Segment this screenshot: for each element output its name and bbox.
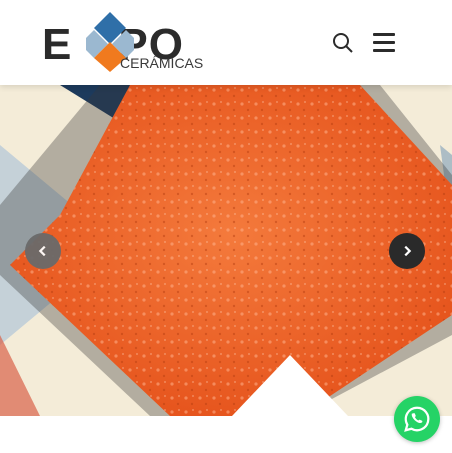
expo-ceramicas-logo[interactable]: E PO CERÁMICAS (42, 12, 204, 74)
hero-slide-image (0, 85, 452, 416)
slider-prev-button[interactable] (25, 233, 61, 269)
whatsapp-icon (404, 406, 430, 432)
hamburger-menu-icon (373, 33, 395, 36)
search-icon (333, 33, 353, 53)
menu-button[interactable] (373, 33, 397, 53)
chevron-left-icon (38, 245, 46, 257)
site-header: E PO CERÁMICAS (0, 0, 452, 85)
whatsapp-button[interactable] (394, 396, 440, 442)
logo-subtitle: CERÁMICAS (120, 55, 204, 71)
chevron-right-icon (404, 245, 412, 257)
hero-slider (0, 85, 452, 416)
search-button[interactable] (331, 31, 355, 55)
slider-next-button[interactable] (389, 233, 425, 269)
